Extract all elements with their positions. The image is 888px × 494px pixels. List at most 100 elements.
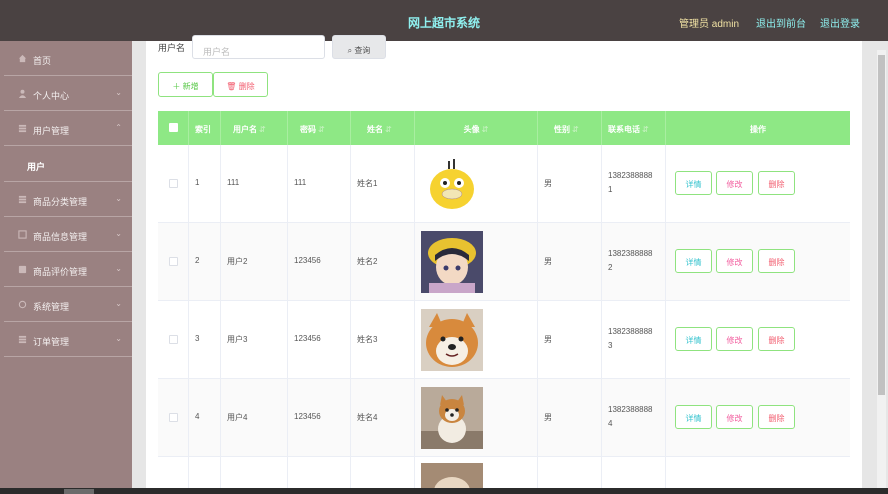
sidebar: 首页 个人中心 ⌄ 用户管理 ⌃ 用户 商品分类管理 ⌄ 商品信息管理 ⌄ 商品… — [0, 41, 132, 494]
scrollbar-thumb[interactable] — [878, 55, 885, 395]
row-checkbox[interactable] — [169, 413, 178, 422]
sidebar-item-orders[interactable]: 订单管理 ⌄ — [4, 322, 132, 357]
chevron-up-icon: ⌃ — [115, 123, 122, 132]
cell-name: 姓名2 — [357, 257, 378, 266]
sidebar-item-label: 首页 — [33, 56, 52, 66]
sidebar-item-goods[interactable]: 商品信息管理 ⌄ — [4, 217, 132, 252]
back-to-front-link[interactable]: 退出到前台 — [756, 15, 806, 30]
user-icon — [18, 89, 27, 98]
trash-icon: 🗑 — [226, 82, 237, 91]
avatar — [421, 153, 483, 215]
detail-button[interactable]: 详情 — [675, 171, 712, 195]
sidebar-item-category[interactable]: 商品分类管理 ⌄ — [4, 182, 132, 217]
edit-button[interactable]: 修改 — [716, 405, 753, 429]
cell-index: 3 — [195, 334, 200, 343]
chevron-down-icon: ⌄ — [115, 88, 122, 97]
sidebar-item-label: 商品分类管理 — [33, 197, 88, 207]
sort-icon: ⇵ — [642, 125, 649, 134]
avatar — [421, 231, 483, 293]
cell-phone: 1382388888 2 — [608, 249, 653, 272]
chevron-down-icon: ⌄ — [115, 264, 122, 273]
batch-delete-label: 删除 — [238, 82, 255, 91]
sort-icon: ⇵ — [572, 125, 579, 134]
sidebar-item-profile[interactable]: 个人中心 ⌄ — [4, 76, 132, 111]
main-content: 用户名 用户名 ⌕ 查询 ＋ 新增 🗑 删除 索引 用户名 ⇵ 密码 ⇵ 姓名 ⇵ 头… — [146, 35, 862, 494]
avatar — [421, 387, 483, 449]
th-username[interactable]: 用户名 ⇵ — [221, 111, 288, 145]
chevron-down-icon: ⌄ — [115, 334, 122, 343]
sidebar-item-label: 商品信息管理 — [33, 232, 88, 242]
cell-name: 姓名4 — [357, 413, 378, 422]
add-button-label: 新增 — [182, 82, 199, 91]
sidebar-item-label: 系统管理 — [33, 302, 70, 312]
cell-username: 用户2 — [227, 257, 248, 266]
taskbar-item[interactable] — [64, 489, 94, 494]
logout-link[interactable]: 退出登录 — [820, 15, 860, 30]
th-actions: 操作 — [750, 125, 766, 134]
detail-button[interactable]: 详情 — [675, 327, 712, 351]
sort-icon: ⇵ — [318, 125, 325, 134]
search-button[interactable]: ⌕ 查询 — [332, 35, 386, 59]
cell-password: 123456 — [294, 256, 321, 265]
edit-button[interactable]: 修改 — [716, 327, 753, 351]
row-checkbox[interactable] — [169, 179, 178, 188]
detail-button[interactable]: 详情 — [675, 249, 712, 273]
top-bar: 网上超市系统 管理员 admin 退出到前台 退出登录 — [0, 0, 888, 41]
sidebar-item-label: 商品评价管理 — [33, 267, 88, 277]
cell-name: 姓名3 — [357, 335, 378, 344]
cell-phone: 1382388888 4 — [608, 405, 653, 428]
select-all-checkbox[interactable] — [169, 123, 178, 132]
delete-button[interactable]: 删除 — [758, 171, 795, 195]
sort-icon: ⇵ — [385, 125, 392, 134]
cell-gender: 男 — [544, 179, 552, 188]
app-title: 网上超市系统 — [407, 16, 480, 30]
row-checkbox[interactable] — [169, 335, 178, 344]
add-button[interactable]: ＋ 新增 — [158, 72, 213, 97]
delete-button[interactable]: 删除 — [758, 405, 795, 429]
search-icon: ⌕ — [347, 46, 353, 55]
th-avatar[interactable]: 头像 ⇵ — [415, 111, 538, 145]
detail-button[interactable]: 详情 — [675, 405, 712, 429]
review-icon — [18, 265, 27, 274]
avatar — [421, 309, 483, 371]
edit-button[interactable]: 修改 — [716, 249, 753, 273]
sidebar-subitem-user[interactable]: 用户 — [4, 147, 132, 182]
vertical-scrollbar[interactable] — [877, 50, 886, 490]
search-label: 用户名 — [158, 43, 186, 53]
admin-label: 管理员 admin — [679, 19, 740, 30]
th-index[interactable]: 索引 — [189, 111, 221, 145]
row-checkbox[interactable] — [169, 257, 178, 266]
th-password[interactable]: 密码 ⇵ — [288, 111, 351, 145]
search-input[interactable]: 用户名 — [192, 35, 325, 59]
search-button-label: 查询 — [354, 46, 371, 55]
delete-button[interactable]: 删除 — [758, 249, 795, 273]
sidebar-item-users[interactable]: 用户管理 ⌃ — [4, 111, 132, 146]
edit-button[interactable]: 修改 — [716, 171, 753, 195]
cell-username: 111 — [227, 178, 240, 187]
sidebar-item-home[interactable]: 首页 — [4, 41, 132, 76]
taskbar — [0, 488, 888, 494]
th-phone[interactable]: 联系电话 ⇵ — [602, 111, 666, 145]
cell-index: 2 — [195, 256, 200, 265]
cell-gender: 男 — [544, 413, 552, 422]
chevron-down-icon: ⌄ — [115, 194, 122, 203]
th-name[interactable]: 姓名 ⇵ — [351, 111, 415, 145]
sidebar-subitem-label: 用户 — [27, 162, 46, 172]
cell-name: 姓名1 — [357, 179, 378, 188]
sidebar-item-system[interactable]: 系统管理 ⌄ — [4, 287, 132, 322]
th-gender[interactable]: 性别 ⇵ — [538, 111, 602, 145]
home-icon — [18, 54, 27, 63]
sort-icon: ⇵ — [259, 125, 266, 134]
cell-username: 用户3 — [227, 335, 248, 344]
sidebar-item-label: 个人中心 — [33, 91, 70, 101]
cell-password: 111 — [294, 178, 307, 187]
delete-button[interactable]: 删除 — [758, 327, 795, 351]
batch-delete-button[interactable]: 🗑 删除 — [213, 72, 268, 97]
select-all-cell — [158, 111, 189, 145]
cell-password: 123456 — [294, 412, 321, 421]
users-icon — [18, 124, 27, 133]
cell-username: 用户4 — [227, 413, 248, 422]
sidebar-item-review[interactable]: 商品评价管理 ⌄ — [4, 252, 132, 287]
sort-icon: ⇵ — [481, 125, 489, 134]
plus-icon: ＋ — [172, 82, 181, 91]
